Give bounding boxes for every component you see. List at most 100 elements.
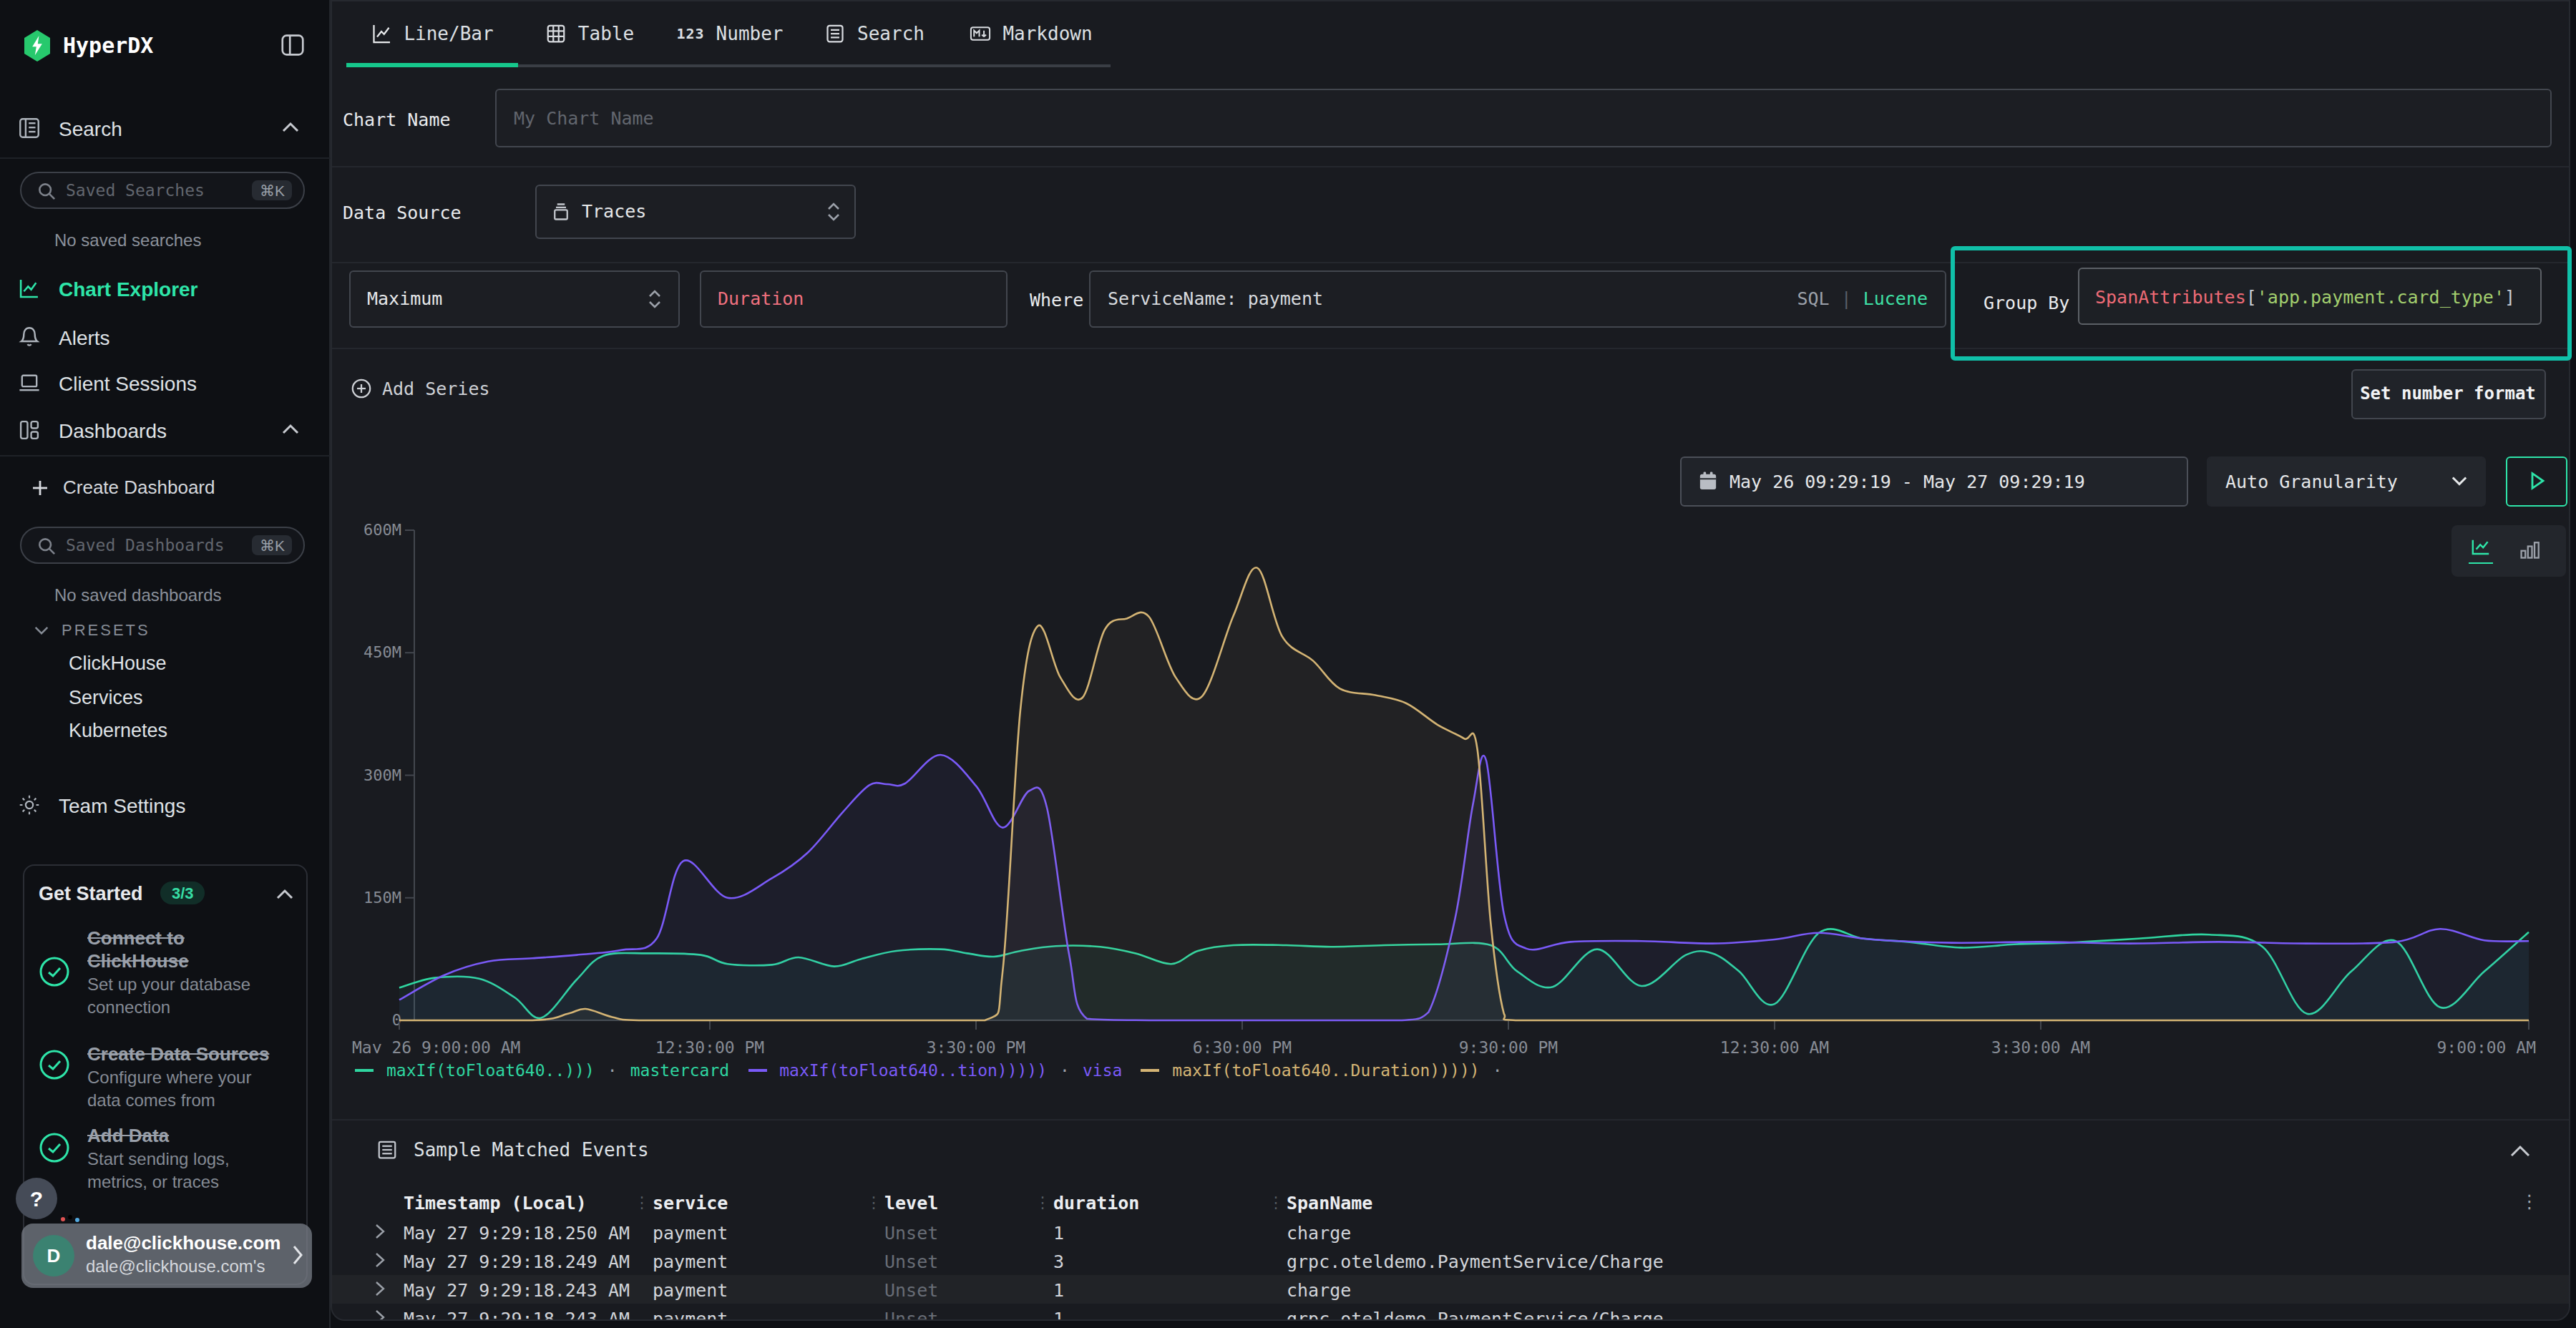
check-circle-icon [39,1132,70,1163]
legend-group-label: mastercard [630,1060,730,1080]
sidebar-item-team-settings[interactable]: Team Settings [17,793,185,817]
help-label: ? [30,1186,43,1211]
svg-text:600M: 600M [364,521,401,539]
svg-text:12:30:00 AM: 12:30:00 AM [1720,1038,1829,1053]
sidebar-section-dashboards[interactable]: Dashboards [17,418,167,442]
main-panel: Line/Bar Table 123 Number Search Markdow… [331,0,2570,1321]
data-source-select[interactable]: Traces [535,184,855,238]
presets-toggle[interactable]: PRESETS [34,621,150,638]
column-resize-handle[interactable]: ⋮ [866,1193,882,1212]
expand-row-icon[interactable] [375,1252,385,1268]
col-header-level[interactable]: level [884,1192,938,1214]
traces-source-icon [550,201,570,221]
saved-dashboards-input[interactable]: Saved Dashboards ⌘K [20,527,305,564]
col-header-duration[interactable]: duration [1053,1192,1139,1214]
sidebar-item-label: Chart Explorer [59,277,198,300]
sidebar-item-client-sessions[interactable]: Client Sessions [17,371,197,395]
chart-legend: maxIf(toFloat640..))) · mastercard maxIf… [355,1060,1503,1080]
chevron-down-icon [34,625,49,635]
where-input[interactable]: ServiceName: payment SQL | Lucene [1089,270,1946,327]
tab-search[interactable]: Search [799,1,950,64]
tab-line-bar[interactable]: Line/Bar [346,1,518,64]
collapse-sidebar-icon[interactable] [279,31,306,59]
expand-row-icon[interactable] [375,1309,385,1321]
svg-text:6:30:00 PM: 6:30:00 PM [1193,1038,1292,1053]
get-started-badge: 3/3 [160,882,205,904]
saved-searches-placeholder: Saved Searches [66,180,243,200]
column-resize-handle[interactable]: ⋮ [634,1193,650,1212]
sql-toggle[interactable]: SQL [1797,288,1829,309]
expand-row-icon[interactable] [375,1281,385,1297]
tab-label: Line/Bar [404,22,493,44]
svg-text:150M: 150M [364,889,401,907]
sidebar-item-alerts[interactable]: Alerts [17,325,110,349]
sidebar-section-search[interactable]: Search [17,116,122,140]
column-resize-handle[interactable]: ⋮ [1268,1193,1284,1212]
tab-label: Markdown [1002,22,1092,44]
no-saved-searches-text: No saved searches [54,230,201,250]
table-row[interactable]: May 27 9:29:18.243 AM payment Unset 1 gr… [332,1304,2570,1321]
add-series-button[interactable]: Add Series [351,378,490,399]
timeseries-chart[interactable]: 0150M300M450M600MMay 26 9:00:00 AM12:30:… [332,509,2570,1053]
data-source-label: Data Source [343,202,462,223]
legend-separator: · [1060,1060,1070,1080]
legend-swatch [355,1069,374,1072]
column-resize-handle[interactable]: ⋮ [1035,1193,1050,1212]
cell-spanname: charge [1287,1279,1351,1301]
svg-text:9:30:00 PM: 9:30:00 PM [1459,1038,1558,1053]
get-started-item-subtitle: Start sending logs, metrics, or traces [87,1149,288,1193]
table-row[interactable]: May 27 9:29:18.249 AM payment Unset 3 gr… [332,1246,2570,1275]
legend-swatch [748,1069,766,1072]
saved-dashboards-placeholder: Saved Dashboards [66,535,243,555]
check-circle-icon [39,956,70,987]
expand-row-icon[interactable] [375,1224,385,1239]
legend-series-label[interactable]: maxIf(toFloat640..))) [386,1060,595,1080]
date-range-input[interactable]: May 26 09:29:19 - May 27 09:29:19 [1679,456,2187,506]
get-started-chevron-up-icon[interactable] [276,889,293,900]
sidebar-item-chart-explorer[interactable]: Chart Explorer [17,276,198,301]
svg-text:300M: 300M [364,766,401,784]
hyperdx-logo-icon [20,29,54,63]
user-menu[interactable]: D dale@clickhouse.com dale@clickhouse.co… [21,1224,312,1288]
col-header-timestamp[interactable]: Timestamp (Local) [404,1192,587,1214]
help-button[interactable]: ? [16,1178,57,1219]
preset-kubernetes[interactable]: Kubernetes [69,720,167,741]
number-icon: 123 [676,25,704,41]
check-circle-icon [39,1049,70,1080]
run-query-button[interactable] [2506,456,2567,506]
legend-series-label[interactable]: maxIf(toFloat640..tion))))) [779,1060,1047,1080]
aggregation-select[interactable]: Maximum [348,270,679,327]
search-section-chevron-up-icon[interactable] [282,122,299,133]
col-header-service[interactable]: service [653,1192,728,1214]
field-input[interactable]: Duration [699,270,1007,327]
dashboards-chevron-up-icon[interactable] [282,424,299,435]
table-row[interactable]: May 27 9:29:18.243 AM payment Unset 1 ch… [332,1275,2570,1304]
lucene-toggle[interactable]: Lucene [1863,288,1928,309]
preset-services[interactable]: Services [69,687,143,708]
group-by-input[interactable]: SpanAttributes['app.payment.card_type'] [2078,268,2542,325]
get-started-title: Get Started [39,883,143,904]
search-section-label: Search [59,117,122,140]
tab-label: Search [857,22,924,44]
line-chart-icon [371,22,392,44]
legend-separator: · [608,1060,618,1080]
get-started-item-title: Create Data Sources [87,1043,302,1066]
svg-text:12:30:00 PM: 12:30:00 PM [655,1038,764,1053]
chart-name-input[interactable]: My Chart Name [495,89,2552,147]
group-by-highlight-box: Group By SpanAttributes['app.payment.car… [1951,246,2572,361]
table-row[interactable]: May 27 9:29:18.250 AM payment Unset 1 ch… [332,1218,2570,1246]
where-value: ServiceName: payment [1108,288,1323,309]
col-header-spanname[interactable]: SpanName [1287,1192,1372,1214]
events-collapse-chevron-icon[interactable] [2510,1145,2530,1158]
granularity-select[interactable]: Auto Granularity [2207,456,2486,506]
set-number-format-button[interactable]: Set number format [2351,368,2545,419]
create-dashboard-button[interactable]: Create Dashboard [31,477,215,498]
preset-clickhouse[interactable]: ClickHouse [69,653,167,674]
legend-series-label[interactable]: maxIf(toFloat640..Duration))))) [1172,1060,1479,1080]
tab-table[interactable]: Table [518,1,661,64]
saved-searches-input[interactable]: Saved Searches ⌘K [20,172,305,209]
table-menu-kebab-icon[interactable]: ⋮ [2520,1191,2539,1212]
tab-markdown[interactable]: Markdown [950,1,1111,64]
tab-number[interactable]: 123 Number [661,1,799,64]
cell-level: Unset [884,1222,938,1244]
